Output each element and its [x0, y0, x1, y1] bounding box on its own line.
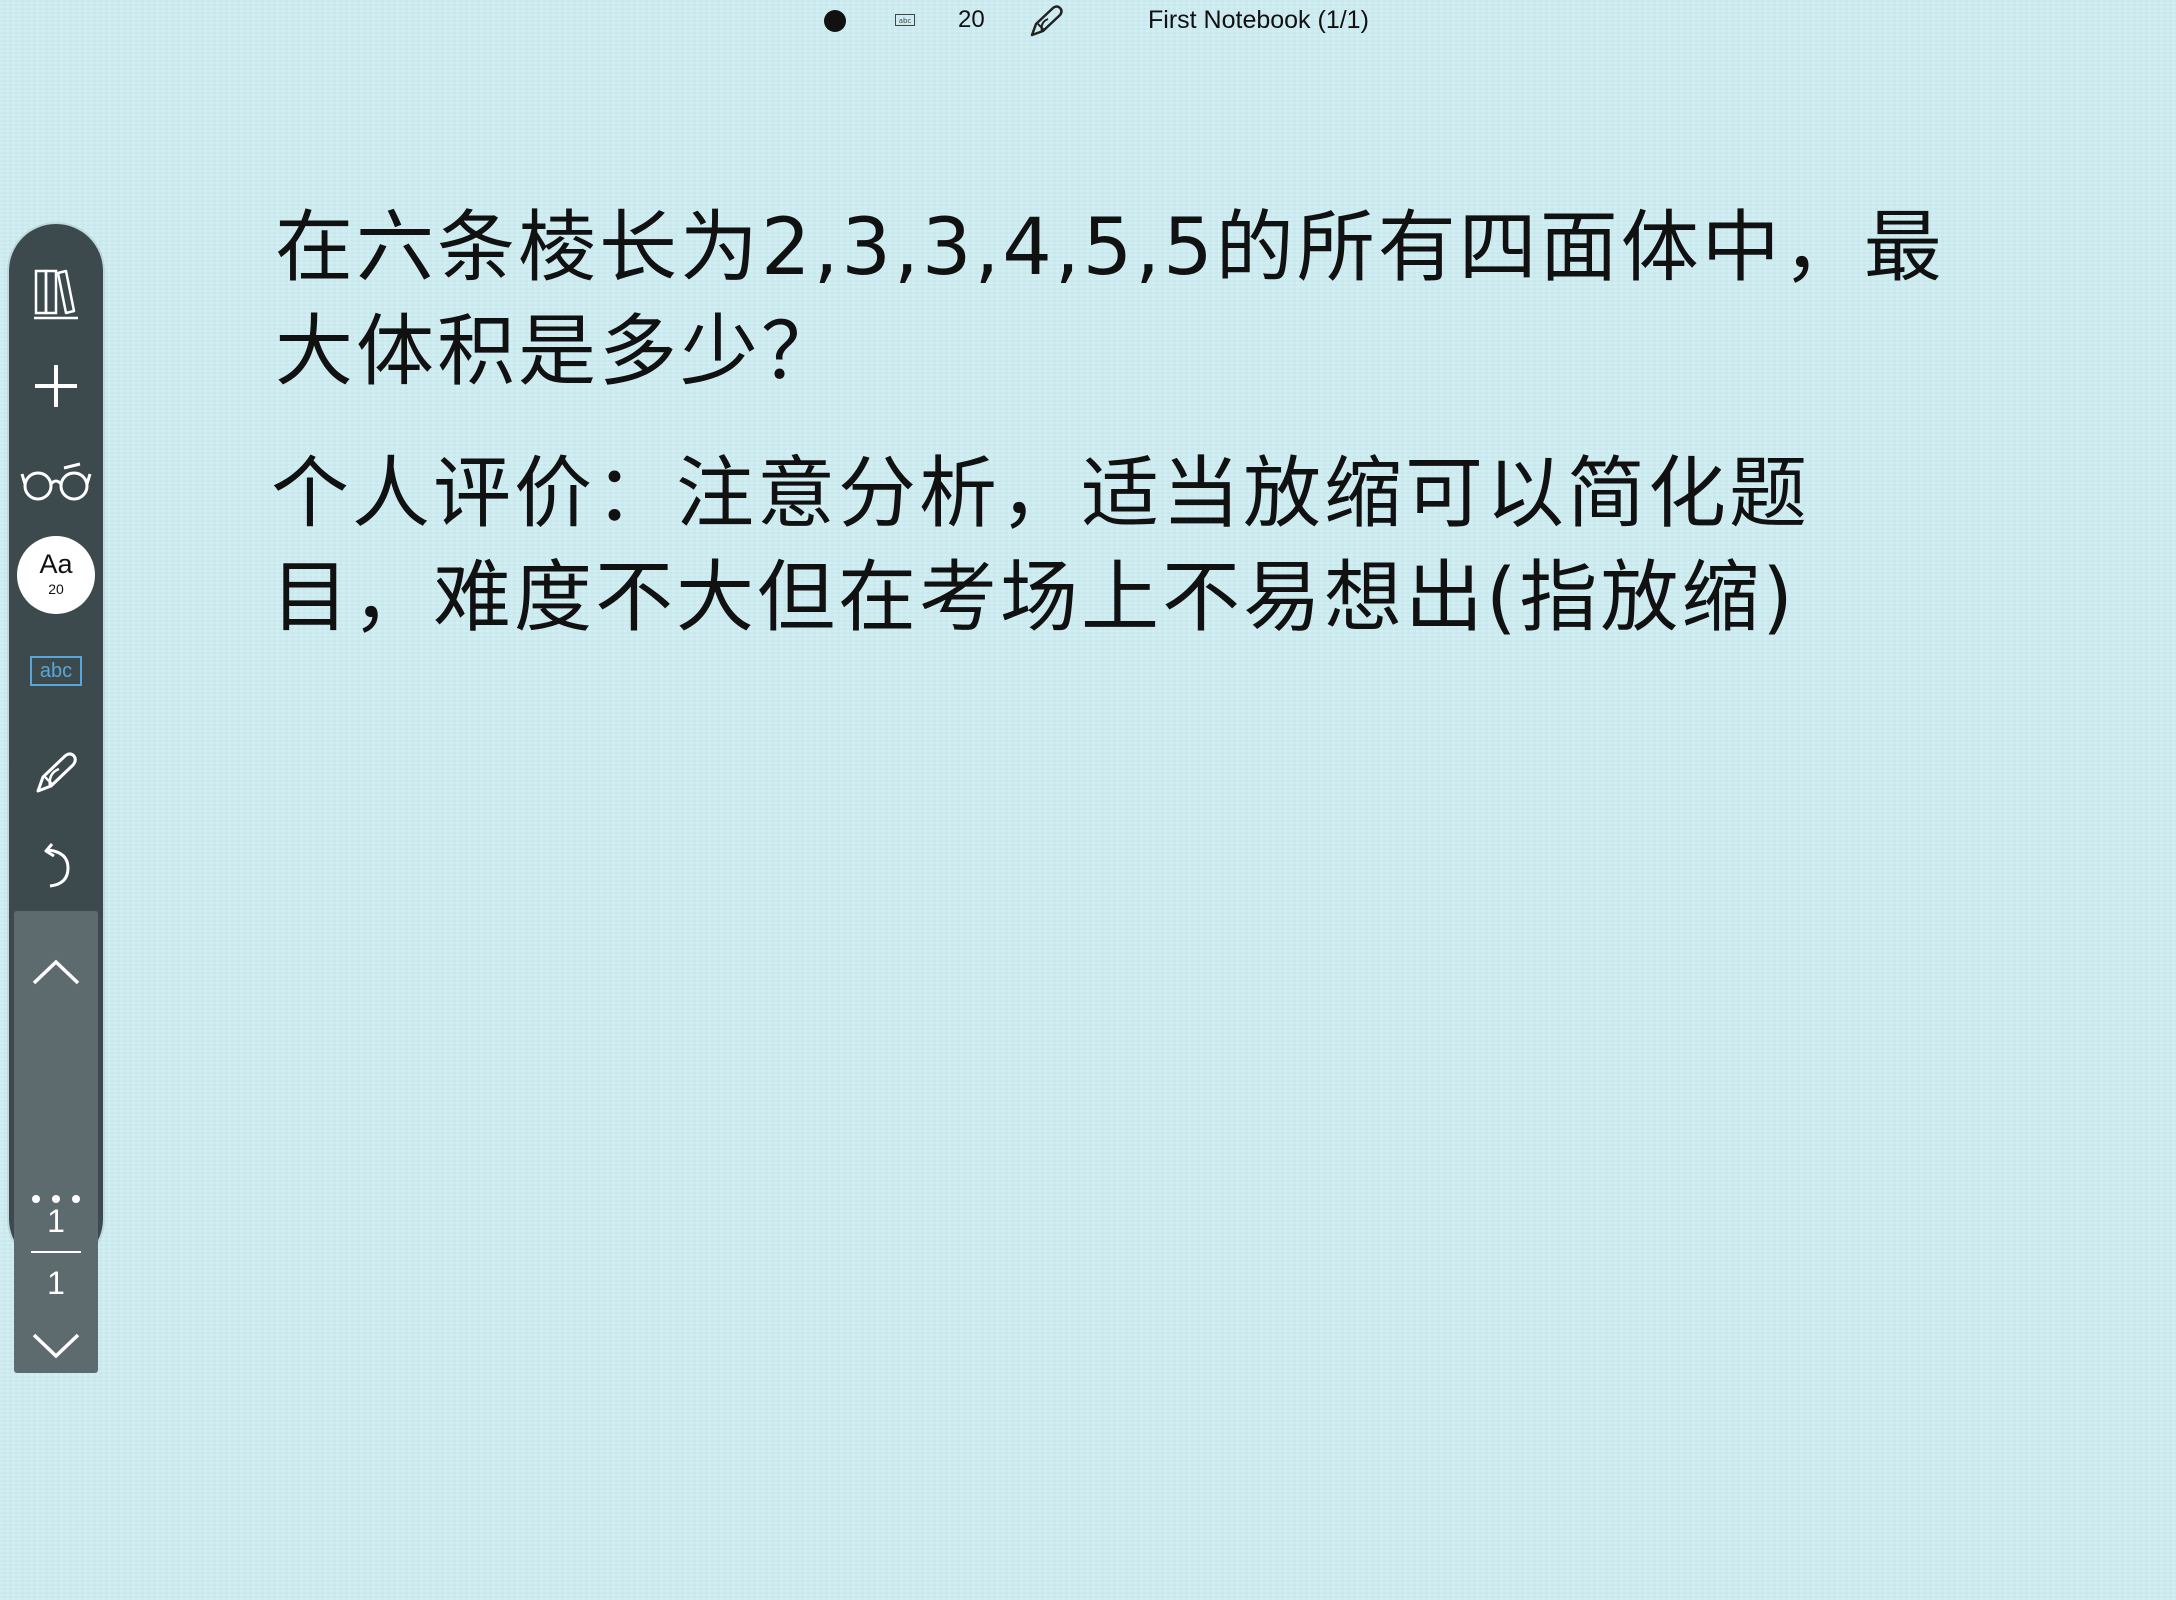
font-size-button[interactable]: Aa 20 — [17, 536, 95, 614]
undo-icon — [44, 843, 70, 888]
add-page-button[interactable] — [9, 354, 103, 418]
text-box-icon: abc — [39, 660, 73, 682]
font-size-value: 20 — [48, 581, 64, 597]
undo-button[interactable] — [9, 834, 103, 898]
pen-tool-button[interactable] — [9, 740, 103, 804]
read-mode-button[interactable] — [9, 450, 103, 514]
more-icon — [32, 1195, 40, 1203]
comment-text[interactable]: 个人评价：注意分析，适当放缩可以简化题目，难度不大但在考场上不易想出(指放缩) — [271, 442, 1831, 650]
glasses-icon — [20, 462, 92, 501]
notebook-title: First Notebook (1/1) — [1148, 6, 1369, 34]
left-toolbar: Aa 20 abc 1 1 — [9, 224, 103, 1373]
page-up-button[interactable] — [14, 947, 98, 997]
more-icon-dot — [72, 1195, 80, 1203]
question-text[interactable]: 在六条棱长为2,3,3,4,5,5的所有四面体中，最大体积是多少？ — [275, 196, 1965, 404]
total-pages: 1 — [47, 1265, 65, 1301]
page-down-button[interactable] — [14, 1321, 98, 1371]
page-up-icon — [32, 959, 80, 985]
current-page: 1 — [47, 1203, 65, 1239]
more-icon-dot — [52, 1195, 60, 1203]
page-down-icon — [32, 1333, 80, 1359]
text-box-button[interactable]: abc — [30, 656, 82, 686]
more-button[interactable] — [9, 1188, 103, 1207]
top-status-bar: abc 20 First Notebook (1/1) — [0, 0, 2176, 46]
font-size-indicator[interactable]: 20 — [958, 6, 985, 34]
add-icon — [35, 365, 77, 407]
library-button[interactable] — [9, 262, 103, 326]
page-navigator: 1 1 — [14, 911, 98, 1373]
note-content[interactable]: 在六条棱长为2,3,3,4,5,5的所有四面体中，最大体积是多少？ 个人评价：注… — [271, 196, 1975, 650]
pen-icon — [36, 752, 77, 793]
library-icon — [34, 269, 78, 320]
font-size-icon: Aa — [39, 549, 73, 579]
ink-color-indicator[interactable] — [824, 10, 846, 32]
page-divider — [31, 1251, 81, 1253]
text-mode-indicator[interactable]: abc — [895, 14, 915, 26]
pen-icon[interactable] — [1026, 2, 1066, 40]
